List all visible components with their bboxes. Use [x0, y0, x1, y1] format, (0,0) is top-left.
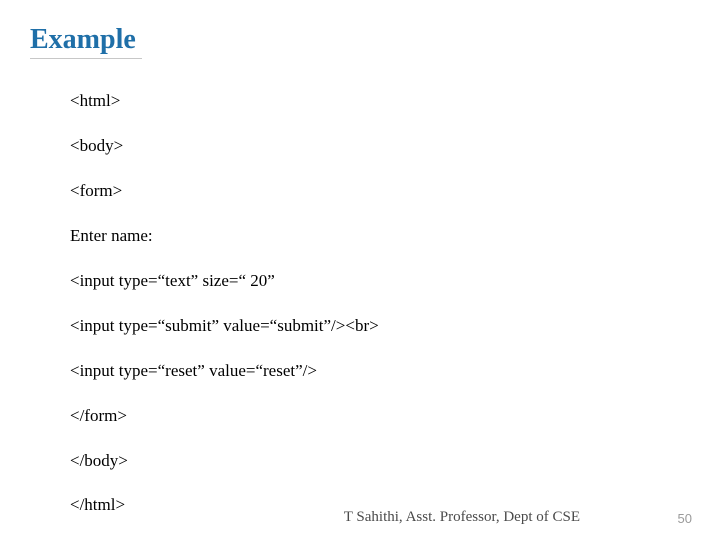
code-line: </body> — [70, 450, 630, 473]
slide: Example <html> <body> <form> Enter name:… — [0, 0, 720, 540]
code-line: <html> — [70, 90, 630, 113]
code-line: <input type=“reset” value=“reset”/> — [70, 360, 630, 383]
code-line: <input type=“text” size=“ 20” — [70, 270, 630, 293]
code-line: Enter name: — [70, 225, 630, 248]
page-title: Example — [30, 24, 142, 59]
code-line: <form> — [70, 180, 630, 203]
footer-author: T Sahithi, Asst. Professor, Dept of CSE — [344, 509, 580, 526]
code-block: <html> <body> <form> Enter name: <input … — [70, 90, 630, 539]
code-line: <body> — [70, 135, 630, 158]
code-line: </form> — [70, 405, 630, 428]
page-number: 50 — [678, 511, 692, 526]
code-line: <input type=“submit” value=“submit”/><br… — [70, 315, 630, 338]
